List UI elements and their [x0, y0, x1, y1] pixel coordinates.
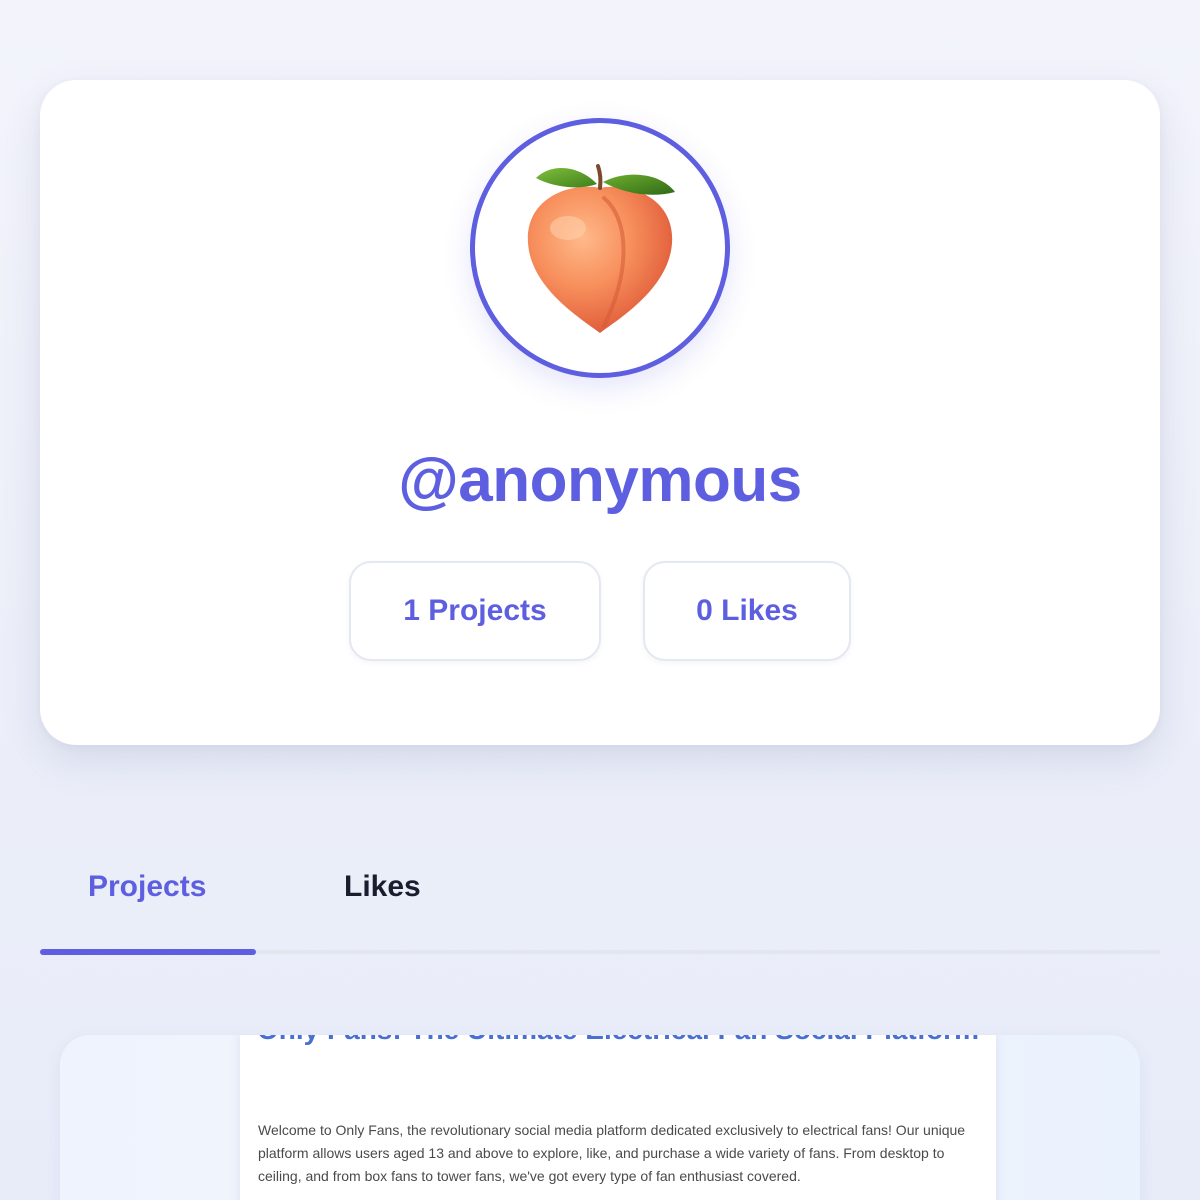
- project-preview-title: Only Fans: The Ultimate Electrical Fan S…: [240, 1035, 996, 1053]
- project-preview: Only Fans: The Ultimate Electrical Fan S…: [240, 1035, 996, 1200]
- projects-count-button[interactable]: 1 Projects: [349, 561, 601, 661]
- project-card[interactable]: Only Fans: The Ultimate Electrical Fan S…: [60, 1035, 1140, 1200]
- tab-projects[interactable]: Projects: [88, 870, 206, 904]
- username: @anonymous: [398, 446, 802, 515]
- tab-likes[interactable]: Likes: [344, 870, 421, 904]
- likes-count-button[interactable]: 0 Likes: [643, 561, 851, 661]
- tab-bar: Projects Likes: [40, 840, 1160, 956]
- project-preview-body: Welcome to Only Fans, the revolutionary …: [258, 1122, 966, 1184]
- active-tab-indicator: [40, 949, 256, 955]
- profile-card: @anonymous 1 Projects 0 Likes: [40, 80, 1160, 745]
- peach-icon: [527, 164, 675, 333]
- avatar[interactable]: [470, 118, 730, 378]
